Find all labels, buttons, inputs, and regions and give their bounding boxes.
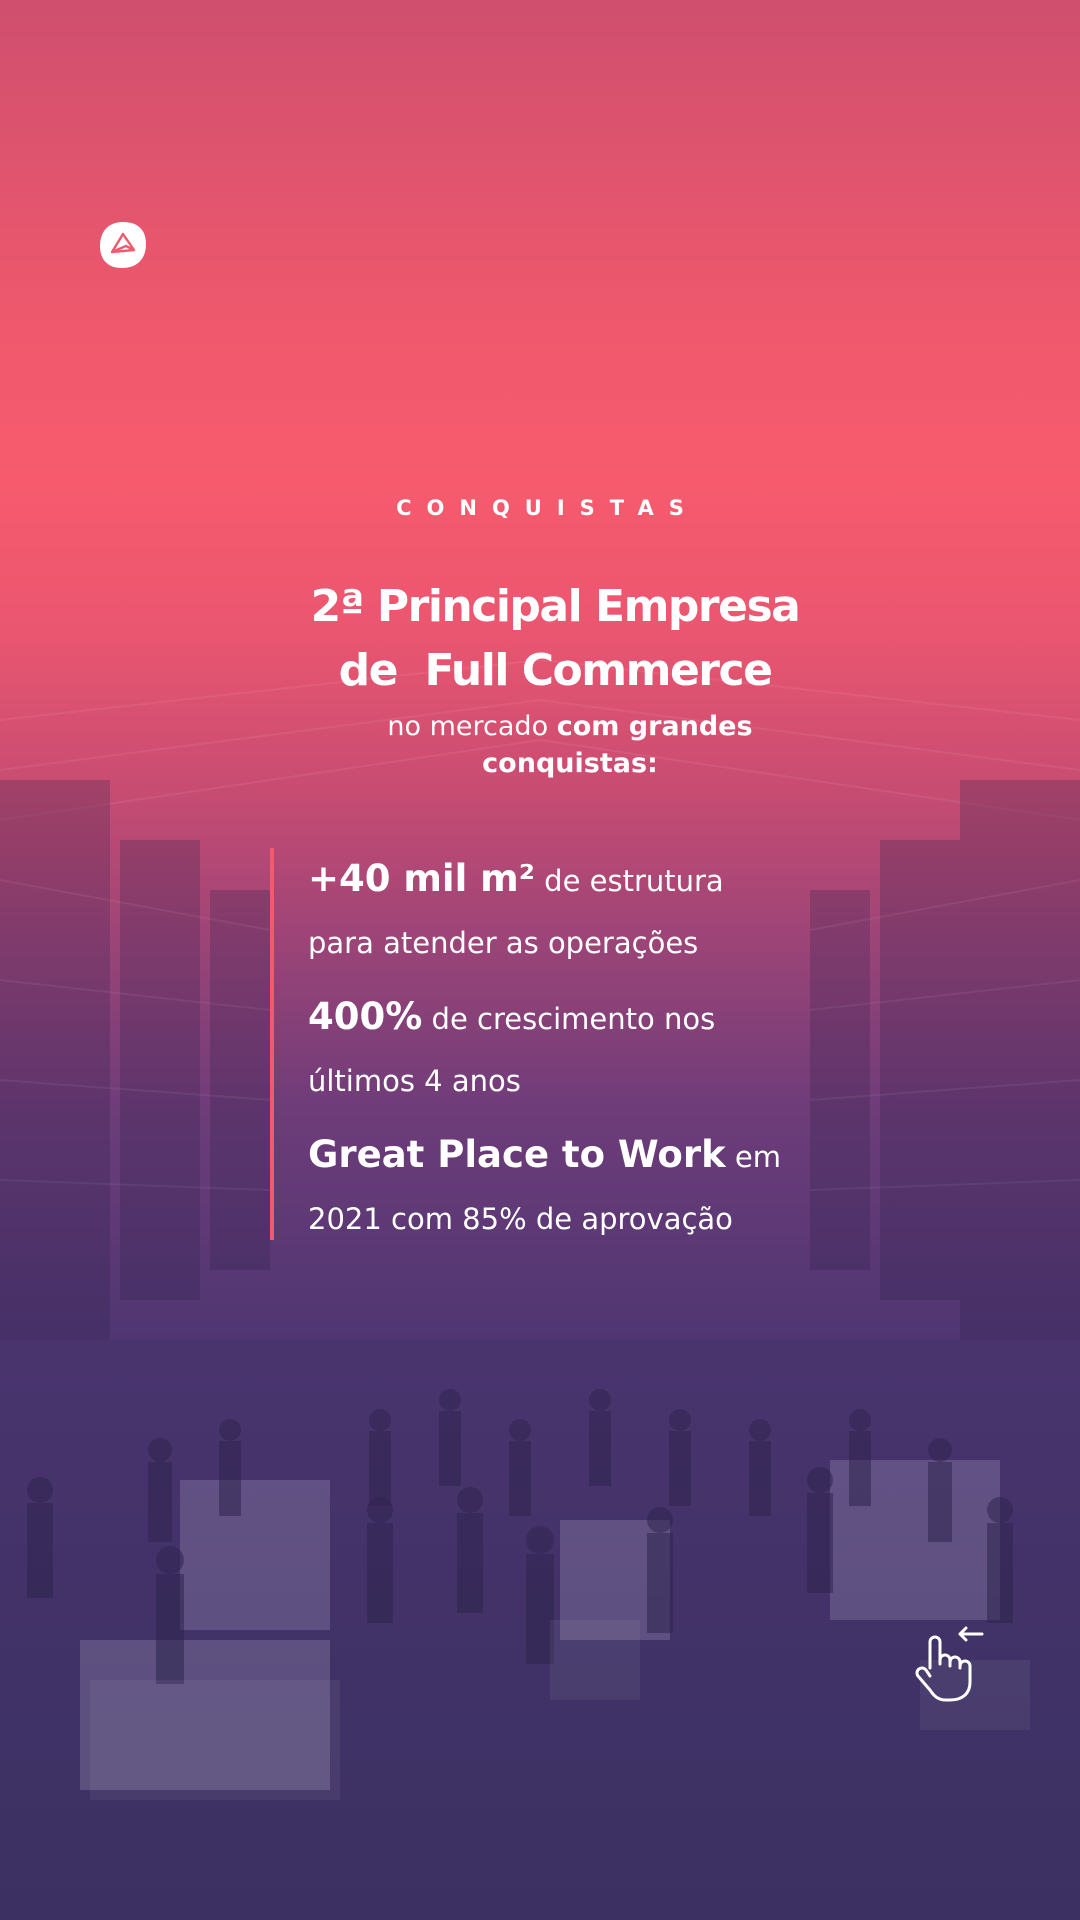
subline-line-1: no mercado com grandes [0, 708, 1080, 745]
stat-rest: de estrutura [544, 864, 724, 898]
stat-line-2: para atender as operações [308, 926, 699, 960]
stat-item: 400% de crescimento nos últimos 4 anos [308, 986, 828, 1112]
swipe-left-hand-icon[interactable] [912, 1624, 988, 1704]
stat-item: +40 mil m² de estrutura para atender as … [308, 848, 828, 974]
stat-line-1: +40 mil m² de estrutura [308, 848, 828, 912]
headline-line-2: de Full Commerce [338, 645, 773, 696]
stat-line-2: últimos 4 anos [308, 1064, 521, 1098]
subline-part-2: com grandes [556, 711, 753, 742]
stat-highlight: 400% [308, 995, 423, 1038]
headline: 2ª Principal Empresa de Full Commerce [0, 575, 1080, 703]
subline-line-2: conquistas: [482, 748, 658, 779]
headline-line-1: 2ª Principal Empresa [310, 581, 801, 632]
stat-line-1: Great Place to Work em [308, 1124, 828, 1188]
section-eyebrow: CONQUISTAS [396, 496, 699, 520]
stat-line-2: 2021 com 85% de aprovação [308, 1202, 733, 1236]
stat-line-1: 400% de crescimento nos [308, 986, 828, 1050]
subline-part-1: no mercado [387, 711, 549, 742]
accent-bar [270, 848, 274, 1240]
stat-rest: de crescimento nos [431, 1002, 716, 1036]
story-slide: CONQUISTAS 2ª Principal Empresa de Full … [0, 0, 1080, 1920]
stat-highlight: +40 mil m² [308, 857, 535, 900]
subline: no mercado com grandes conquistas: [0, 708, 1080, 782]
stats-list: +40 mil m² de estrutura para atender as … [270, 848, 830, 1240]
brand-logo-icon [98, 220, 148, 270]
stat-rest: em [734, 1140, 781, 1174]
stat-highlight: Great Place to Work [308, 1133, 726, 1176]
stat-item: Great Place to Work em 2021 com 85% de a… [308, 1124, 828, 1250]
